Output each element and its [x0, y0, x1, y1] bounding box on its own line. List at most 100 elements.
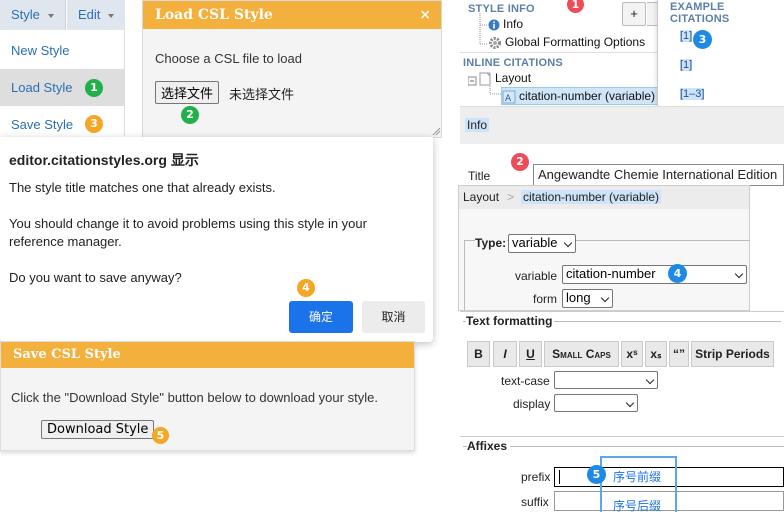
menu-item-load-style[interactable]: Load Style 1 — [0, 69, 124, 106]
subscript-button[interactable]: xₛ — [645, 341, 667, 367]
edit-menu-button[interactable]: Edit — [67, 0, 125, 30]
text-formatting-legend: Text formatting — [466, 314, 555, 328]
alert-message-line: The style title matches one that already… — [9, 180, 276, 195]
variable-select[interactable]: citation-number — [562, 265, 747, 284]
affixes-section: Affixes prefix suffix 序号前缀 序号后缀 5 — [460, 436, 784, 512]
menu-item-label: Save Style — [11, 117, 74, 132]
dialog-title-bar: Save CSL Style — [1, 342, 414, 368]
title-label: Title — [468, 169, 491, 183]
step-badge: 2 — [181, 106, 199, 124]
section-header-inline-citations: INLINE CITATIONS — [463, 57, 563, 69]
display-label: display — [513, 397, 551, 411]
ok-button[interactable]: 确定 — [289, 301, 353, 333]
save-style-dialog: Save CSL Style Click the "Download Style… — [0, 341, 415, 451]
chevron-down-icon — [600, 293, 610, 303]
alert-message-line: Do you want to save anyway? — [9, 270, 182, 285]
step-badge: 4 — [297, 279, 315, 297]
step-badge: 2 — [511, 153, 529, 171]
example-citation: [1–3] — [680, 88, 705, 100]
breadcrumb-separator: > — [507, 190, 515, 204]
alert-message-line: reference manager. — [9, 234, 122, 249]
dialog-title-bar: Load CSL Style × — [143, 1, 441, 29]
italic-button[interactable]: I — [493, 341, 517, 367]
suffix-annotation: 序号后缀 — [613, 499, 662, 512]
small-caps-button[interactable]: Small Caps — [544, 341, 619, 367]
menu-item-label: Load Style — [11, 80, 73, 95]
breadcrumb-layout[interactable]: Layout — [463, 190, 499, 204]
example-citations-panel: EXAMPLE CITATIONS [1] 3 [1] [1–3] — [657, 0, 784, 106]
step-badge: 3 — [85, 115, 103, 133]
alert-message-line: You should change it to avoid problems u… — [9, 216, 367, 231]
superscript-button[interactable]: xˢ — [621, 341, 643, 367]
choose-file-button[interactable]: 选择文件 — [155, 81, 220, 104]
svg-text:A: A — [505, 94, 512, 104]
tree-node-label: Info — [503, 17, 524, 31]
menu-item-new-style[interactable]: New Style — [0, 32, 124, 69]
step-badge: 5 — [587, 465, 606, 484]
menu-item-label: New Style — [11, 43, 70, 58]
chevron-down-icon — [108, 13, 115, 18]
bold-button[interactable]: B — [467, 341, 490, 367]
style-menu-label: Style — [11, 7, 40, 22]
citation-text: [1–3] — [680, 88, 705, 100]
alert-host: editor.citationstyles.org 显示 — [9, 152, 199, 168]
form-label: form — [533, 292, 557, 306]
info-icon — [488, 19, 500, 31]
no-file-text: 未选择文件 — [229, 87, 295, 102]
underline-button[interactable]: U — [519, 341, 542, 367]
text-cursor — [559, 470, 560, 484]
chevron-down-icon — [625, 398, 635, 408]
style-tree: STYLE INFO 1 + Info Global Formatting Op… — [460, 0, 660, 106]
chevron-down-icon — [47, 13, 54, 18]
style-menu: Style Edit New Style Load Style 1 Save S… — [0, 0, 125, 136]
quotes-button[interactable]: “” — [669, 341, 689, 367]
title-row: 2 Title Angewandte Chemie International … — [460, 144, 784, 186]
step-badge: 1 — [567, 0, 584, 13]
style-menu-button[interactable]: Style — [0, 0, 66, 30]
info-bar: Info — [460, 106, 784, 144]
cancel-button[interactable]: 取消 — [362, 301, 425, 333]
variable-icon: A — [502, 90, 516, 104]
download-style-button[interactable]: Download Style — [41, 420, 155, 439]
edit-menu-label: Edit — [78, 7, 101, 22]
example-citation: [1] — [680, 59, 693, 71]
dialog-instructions: Click the "Download Style" button below … — [11, 390, 378, 405]
resize-handle-icon[interactable] — [432, 127, 441, 136]
tree-node-citation-number[interactable]: Acitation-number (variable) — [501, 87, 660, 105]
tree-node-global-formatting[interactable]: Global Formatting Options — [488, 34, 645, 51]
text-formatting-section: Text formatting B I U Small Caps xˢ xₛ “… — [460, 311, 784, 436]
breadcrumb: Layout > citation-number (variable) — [459, 186, 749, 209]
step-badge: 1 — [85, 79, 103, 97]
close-icon[interactable]: × — [419, 1, 431, 29]
select-value: variable — [512, 235, 558, 250]
divider — [460, 52, 660, 53]
confirm-alert: editor.citationstyles.org 显示 The style t… — [0, 137, 433, 342]
load-style-dialog: Load CSL Style × Choose a CSL file to lo… — [142, 0, 442, 138]
strip-periods-button[interactable]: Strip Periods — [691, 341, 774, 367]
tree-node-label: Layout — [495, 71, 532, 85]
prefix-annotation: 序号前缀 — [613, 470, 662, 484]
type-select[interactable]: variable — [508, 234, 576, 253]
text-case-select[interactable] — [554, 371, 658, 389]
dialog-prompt: Choose a CSL file to load — [155, 51, 302, 66]
step-badge: 5 — [152, 427, 169, 444]
section-header-example-citations: EXAMPLE CITATIONS — [670, 1, 730, 25]
title-input[interactable]: Angewandte Chemie International Edition — [533, 164, 784, 186]
tree-node-info[interactable]: Info — [488, 16, 523, 33]
form-select[interactable]: long — [562, 289, 613, 308]
example-citation: [1] — [680, 30, 693, 42]
variable-label: variable — [515, 269, 558, 283]
chevron-down-icon — [563, 238, 573, 248]
chevron-down-icon — [734, 269, 744, 279]
gear-icon — [489, 36, 501, 49]
info-breadcrumb[interactable]: Info — [465, 118, 490, 132]
select-value: long — [566, 290, 591, 305]
text-case-label: text-case — [501, 374, 550, 388]
step-badge: 4 — [668, 264, 687, 283]
select-value: citation-number — [566, 266, 656, 281]
dialog-title: Load CSL Style — [155, 7, 273, 23]
display-select[interactable] — [554, 394, 638, 412]
divider — [463, 446, 784, 447]
breadcrumb-citation-number[interactable]: citation-number (variable) — [521, 190, 662, 204]
add-node-button[interactable]: + — [622, 2, 646, 26]
